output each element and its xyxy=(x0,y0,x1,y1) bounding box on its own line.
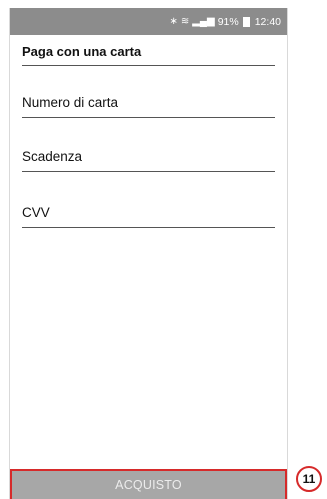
battery-percent: 91% xyxy=(217,15,239,28)
expiry-field[interactable]: Scadenza xyxy=(22,148,275,172)
clock: 12:40 xyxy=(254,15,281,28)
battery-icon xyxy=(242,16,250,27)
page-title: Paga con una carta xyxy=(22,44,142,59)
cvv-label: CVV xyxy=(22,205,50,220)
cvv-field[interactable]: CVV xyxy=(22,204,275,228)
bluetooth-icon: ∗ xyxy=(169,16,178,27)
wifi-icon: ≋ xyxy=(180,16,190,27)
step-number-badge: 11 xyxy=(296,466,322,492)
card-number-label: Numero di carta xyxy=(22,95,119,110)
signal-icon: ▂▄▆ xyxy=(192,16,215,27)
page-title-row: Paga con una carta xyxy=(22,43,275,66)
expiry-label: Scadenza xyxy=(22,149,83,164)
card-number-field[interactable]: Numero di carta xyxy=(22,94,275,118)
phone-screen: ∗ ≋ ▂▄▆ 91% 12:40 Paga con una carta Num… xyxy=(9,8,288,499)
status-bar: ∗ ≋ ▂▄▆ 91% 12:40 xyxy=(10,8,287,35)
buy-button[interactable]: ACQUISTO xyxy=(10,469,287,499)
